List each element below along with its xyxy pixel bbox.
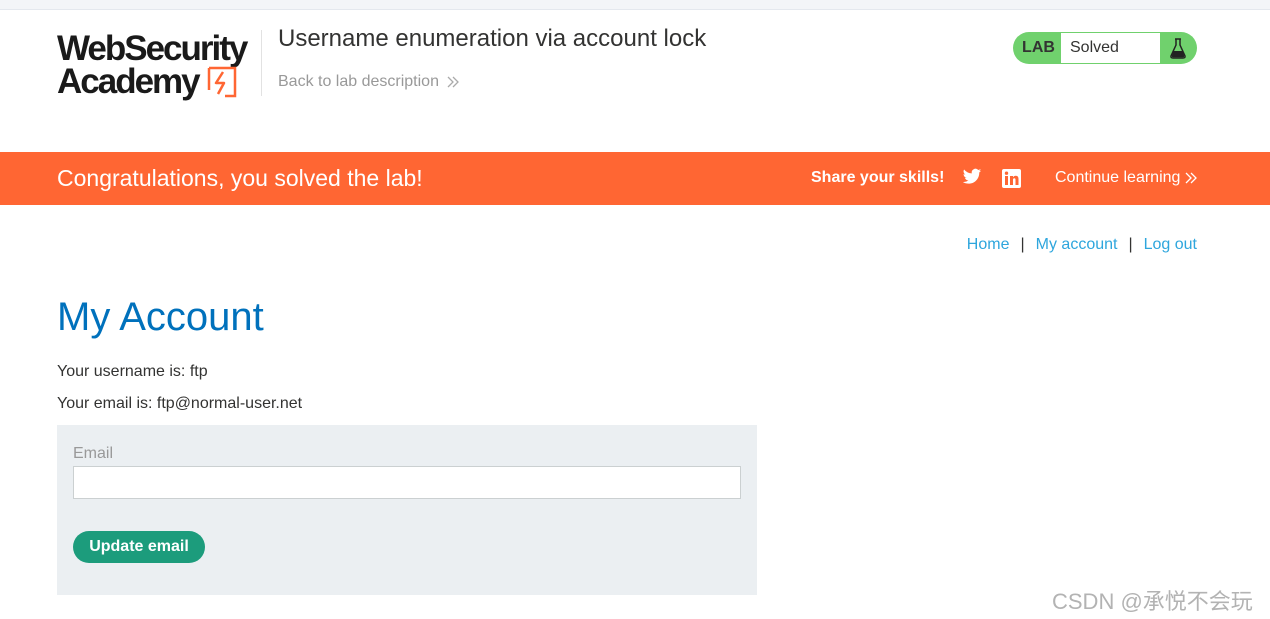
update-email-button[interactable]: Update email — [73, 531, 205, 563]
lab-status-text: Solved — [1061, 33, 1160, 63]
flask-icon — [1160, 37, 1196, 59]
continue-learning-link[interactable]: Continue learning — [1055, 169, 1198, 187]
logo-text-line1: WebSecurity — [57, 29, 248, 68]
update-email-form: Email Update email — [57, 425, 757, 595]
email-field[interactable] — [73, 466, 741, 499]
nav-logout-link[interactable]: Log out — [1144, 236, 1197, 254]
lab-status-label: LAB — [1022, 39, 1055, 56]
congratulations-message: Congratulations, you solved the lab! — [57, 165, 423, 191]
lab-title: Username enumeration via account lock — [278, 25, 707, 52]
nav-my-account-link[interactable]: My account — [1036, 236, 1118, 254]
lab-status-badge: LAB Solved — [1013, 32, 1197, 64]
nav-separator: | — [1020, 236, 1025, 253]
page-title: My Account — [57, 295, 264, 339]
double-chevron-right-icon — [1185, 172, 1198, 184]
browser-top-strip — [0, 0, 1270, 10]
double-chevron-right-icon — [447, 76, 459, 88]
email-field-label: Email — [73, 445, 114, 462]
share-skills-label: Share your skills! — [811, 169, 945, 186]
back-to-lab-description-link[interactable]: Back to lab description — [278, 73, 459, 91]
lightning-bracket-icon — [207, 66, 237, 98]
top-nav: Home | My account | Log out — [967, 236, 1197, 254]
email-info: Your email is: ftp@normal-user.net — [57, 395, 303, 412]
solved-banner: Congratulations, you solved the lab! Sha… — [0, 152, 1270, 205]
username-info: Your username is: ftp — [57, 363, 208, 380]
twitter-icon[interactable] — [962, 168, 982, 186]
logo-text-line2: Academy — [57, 62, 201, 101]
back-link-label: Back to lab description — [278, 73, 439, 90]
nav-separator: | — [1128, 236, 1133, 253]
continue-learning-label: Continue learning — [1055, 169, 1181, 186]
web-security-academy-logo[interactable]: WebSecurity Academy — [57, 28, 262, 104]
nav-home-link[interactable]: Home — [967, 236, 1010, 254]
header-divider — [261, 30, 262, 96]
linkedin-icon[interactable] — [1002, 169, 1021, 188]
csdn-watermark: CSDN @承悦不会玩 — [1052, 589, 1253, 614]
